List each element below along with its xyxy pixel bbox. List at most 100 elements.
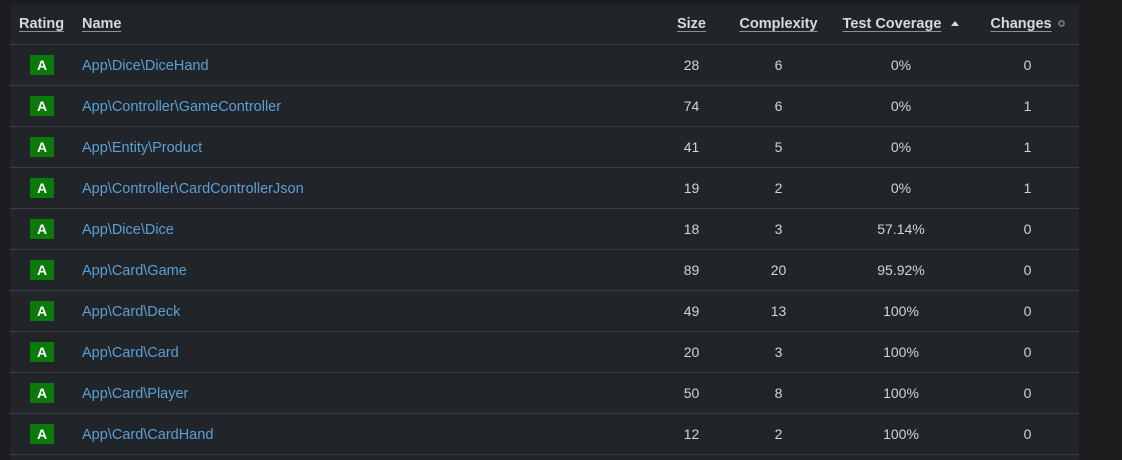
- sort-unsorted-icon[interactable]: [1057, 20, 1065, 27]
- size-cell: 19: [652, 167, 731, 209]
- complexity-cell: 6: [731, 85, 826, 127]
- name-cell: App\Card\Deck: [82, 290, 652, 332]
- rating-badge: A: [30, 55, 54, 75]
- column-header-name-label[interactable]: Name: [82, 16, 122, 32]
- size-cell: 49: [652, 290, 731, 332]
- complexity-cell: 13: [731, 290, 826, 332]
- class-name-link[interactable]: App\Card\Deck: [82, 304, 180, 320]
- column-header-name[interactable]: Name: [82, 4, 652, 45]
- rating-badge: A: [30, 178, 54, 198]
- coverage-cell: 95.92%: [826, 249, 976, 291]
- size-cell: 28: [652, 44, 731, 86]
- rating-cell: A: [10, 126, 82, 168]
- name-cell: App\Dice\Dice: [82, 208, 652, 250]
- classes-table: Rating Name Size Complexity Test Coverag…: [10, 4, 1079, 455]
- class-name-link[interactable]: App\Controller\CardControllerJson: [82, 181, 304, 197]
- size-cell: 89: [652, 249, 731, 291]
- changes-cell: 0: [976, 44, 1079, 86]
- name-cell: App\Card\Game: [82, 249, 652, 291]
- column-header-coverage-label[interactable]: Test Coverage: [843, 16, 942, 32]
- column-header-coverage[interactable]: Test Coverage: [826, 4, 976, 45]
- coverage-cell: 0%: [826, 85, 976, 127]
- table-row: A App\Card\Game 89 20 95.92% 0: [10, 249, 1079, 291]
- right-gutter: [1079, 0, 1122, 460]
- column-header-rating[interactable]: Rating: [10, 4, 82, 45]
- table-header-row: Rating Name Size Complexity Test Coverag…: [10, 4, 1079, 45]
- name-cell: App\Card\CardHand: [82, 413, 652, 455]
- name-cell: App\Controller\GameController: [82, 85, 652, 127]
- class-name-link[interactable]: App\Dice\DiceHand: [82, 58, 209, 74]
- complexity-cell: 2: [731, 167, 826, 209]
- sort-ascending-icon[interactable]: [951, 21, 960, 26]
- size-cell: 74: [652, 85, 731, 127]
- table-row: A App\Controller\GameController 74 6 0% 1: [10, 85, 1079, 127]
- rating-cell: A: [10, 290, 82, 332]
- complexity-cell: 6: [731, 44, 826, 86]
- rating-cell: A: [10, 413, 82, 455]
- table-row: A App\Card\Deck 49 13 100% 0: [10, 290, 1079, 332]
- class-name-link[interactable]: App\Entity\Product: [82, 140, 202, 156]
- changes-cell: 1: [976, 85, 1079, 127]
- coverage-cell: 57.14%: [826, 208, 976, 250]
- coverage-cell: 0%: [826, 167, 976, 209]
- rating-cell: A: [10, 44, 82, 86]
- changes-cell: 1: [976, 126, 1079, 168]
- table-body: A App\Dice\DiceHand 28 6 0% 0 A App\Controller\…: [10, 44, 1079, 455]
- rating-badge: A: [30, 260, 54, 280]
- complexity-cell: 2: [731, 413, 826, 455]
- column-header-complexity-label[interactable]: Complexity: [739, 16, 817, 32]
- rating-cell: A: [10, 85, 82, 127]
- table-row: A App\Card\Player 50 8 100% 0: [10, 372, 1079, 414]
- class-name-link[interactable]: App\Controller\GameController: [82, 99, 281, 115]
- table-row: A App\Card\CardHand 12 2 100% 0: [10, 413, 1079, 455]
- table-row: A App\Entity\Product 41 5 0% 1: [10, 126, 1079, 168]
- size-cell: 41: [652, 126, 731, 168]
- complexity-cell: 3: [731, 331, 826, 373]
- name-cell: App\Entity\Product: [82, 126, 652, 168]
- table-row: A App\Dice\Dice 18 3 57.14% 0: [10, 208, 1079, 250]
- rating-badge: A: [30, 137, 54, 157]
- coverage-cell: 0%: [826, 126, 976, 168]
- rating-cell: A: [10, 208, 82, 250]
- column-header-rating-label[interactable]: Rating: [19, 16, 64, 32]
- rating-cell: A: [10, 249, 82, 291]
- coverage-cell: 100%: [826, 413, 976, 455]
- changes-cell: 0: [976, 249, 1079, 291]
- class-name-link[interactable]: App\Card\Player: [82, 386, 188, 402]
- rating-badge: A: [30, 383, 54, 403]
- class-name-link[interactable]: App\Card\Card: [82, 345, 179, 361]
- complexity-cell: 8: [731, 372, 826, 414]
- class-name-link[interactable]: App\Dice\Dice: [82, 222, 174, 238]
- coverage-cell: 100%: [826, 331, 976, 373]
- name-cell: App\Card\Player: [82, 372, 652, 414]
- column-header-complexity[interactable]: Complexity: [731, 4, 826, 45]
- changes-cell: 1: [976, 167, 1079, 209]
- table-row: A App\Card\Card 20 3 100% 0: [10, 331, 1079, 373]
- changes-cell: 0: [976, 372, 1079, 414]
- code-quality-panel: Rating Name Size Complexity Test Coverag…: [10, 4, 1079, 460]
- rating-badge: A: [30, 96, 54, 116]
- rating-badge: A: [30, 301, 54, 321]
- coverage-cell: 100%: [826, 372, 976, 414]
- column-header-changes-label[interactable]: Changes: [990, 16, 1051, 32]
- rating-badge: A: [30, 424, 54, 444]
- column-header-size[interactable]: Size: [652, 4, 731, 45]
- changes-cell: 0: [976, 331, 1079, 373]
- name-cell: App\Controller\CardControllerJson: [82, 167, 652, 209]
- size-cell: 50: [652, 372, 731, 414]
- name-cell: App\Dice\DiceHand: [82, 44, 652, 86]
- rating-cell: A: [10, 331, 82, 373]
- size-cell: 12: [652, 413, 731, 455]
- name-cell: App\Card\Card: [82, 331, 652, 373]
- rating-cell: A: [10, 167, 82, 209]
- class-name-link[interactable]: App\Card\Game: [82, 263, 187, 279]
- complexity-cell: 5: [731, 126, 826, 168]
- table-row: A App\Controller\CardControllerJson 19 2 0% 1: [10, 167, 1079, 209]
- column-header-size-label[interactable]: Size: [677, 16, 706, 32]
- complexity-cell: 3: [731, 208, 826, 250]
- column-header-changes[interactable]: Changes: [976, 4, 1079, 45]
- class-name-link[interactable]: App\Card\CardHand: [82, 427, 213, 443]
- size-cell: 20: [652, 331, 731, 373]
- table-row: A App\Dice\DiceHand 28 6 0% 0: [10, 44, 1079, 86]
- coverage-cell: 100%: [826, 290, 976, 332]
